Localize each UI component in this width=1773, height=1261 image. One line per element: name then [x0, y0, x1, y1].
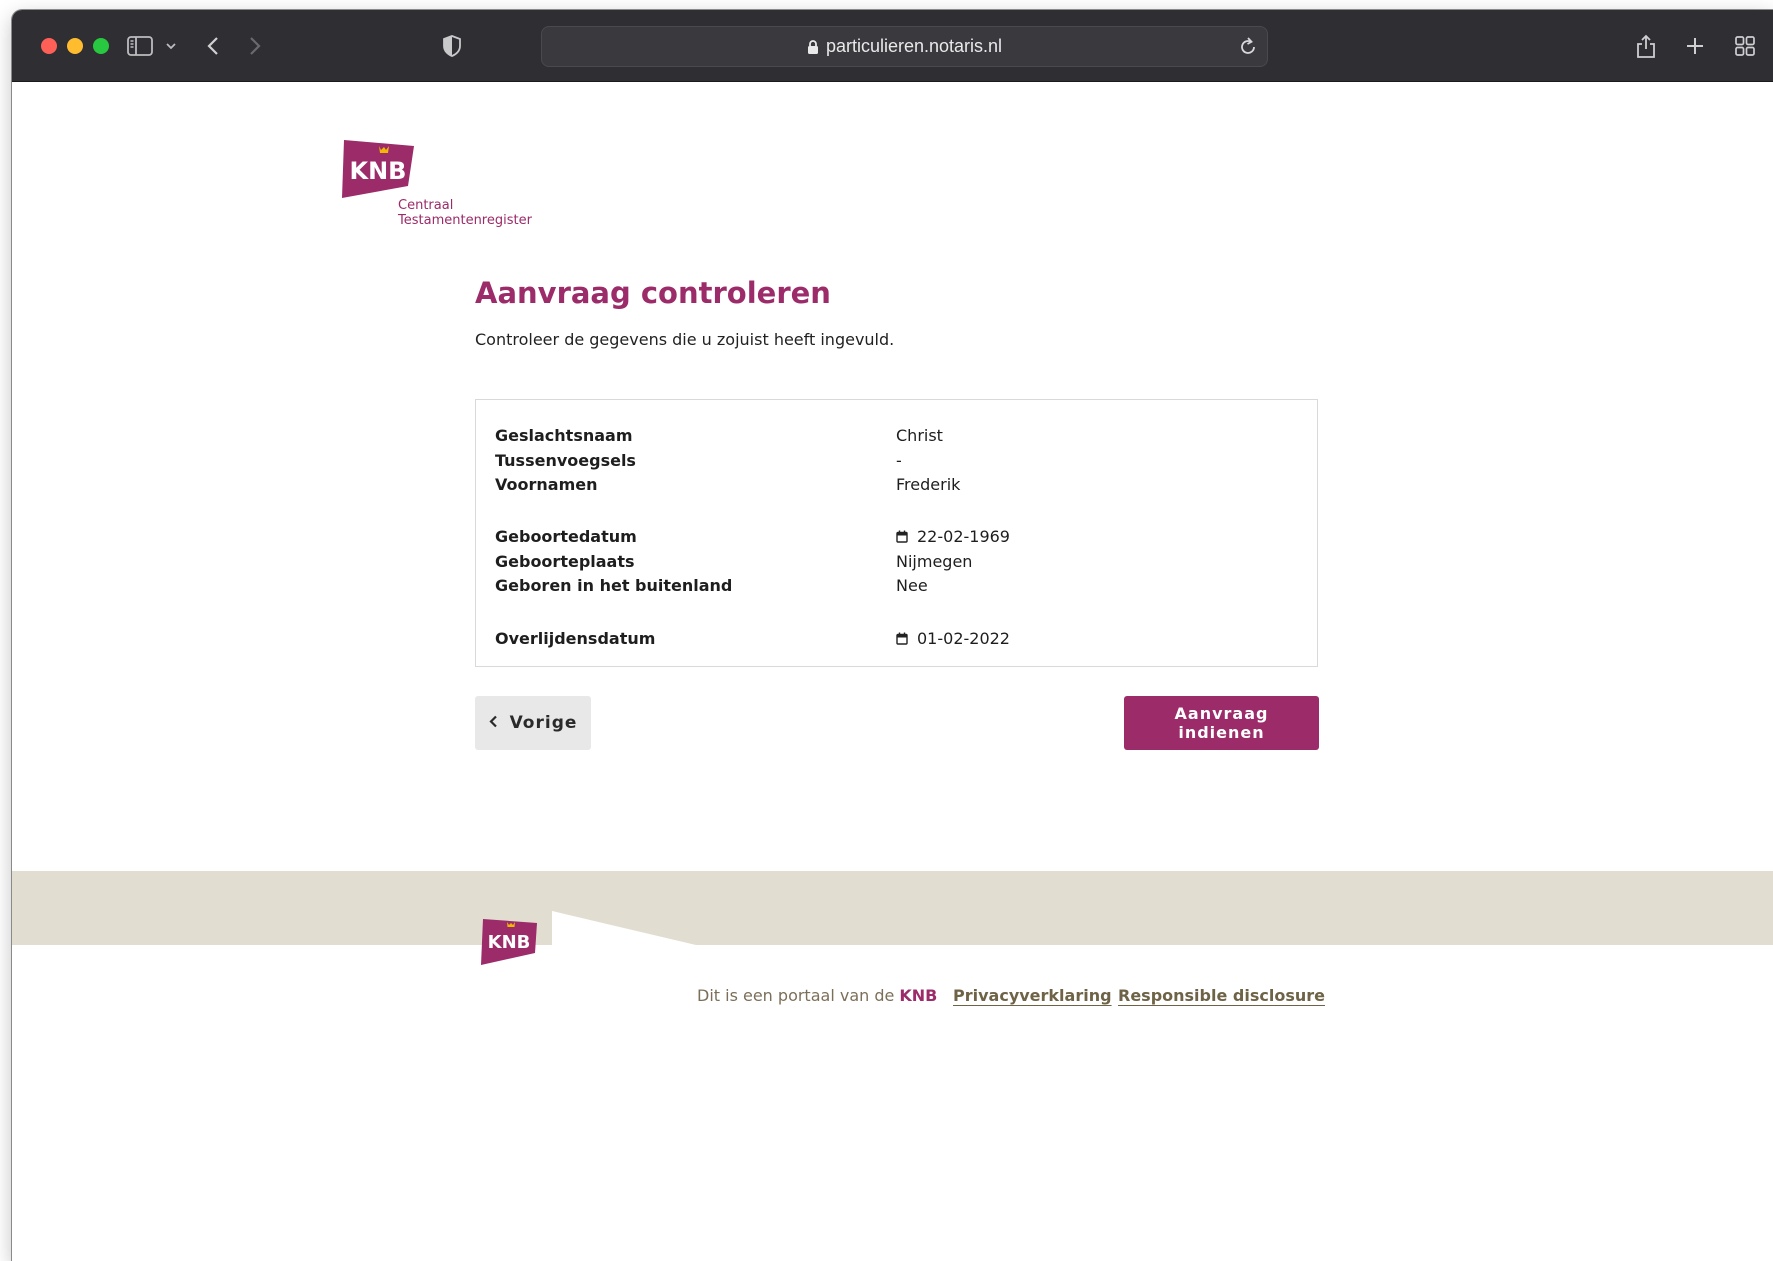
browser-toolbar: particulieren.notaris.nl — [12, 10, 1773, 82]
lock-icon — [807, 39, 819, 55]
summary-row: Geboorteplaats Nijmegen — [495, 552, 1295, 574]
share-icon[interactable] — [1634, 32, 1658, 60]
field-value: Frederik — [896, 475, 960, 494]
field-value: 01-02-2022 — [896, 629, 1010, 648]
summary-row: Geslachtsnaam Christ — [495, 426, 1295, 448]
footer-knb-logo[interactable]: KNB — [479, 915, 541, 969]
chevron-left-icon — [489, 713, 498, 733]
new-tab-icon[interactable] — [1684, 32, 1706, 60]
web-page: KNB Centraal Testamentenregister Aanvraa… — [12, 82, 1773, 1261]
page-title: Aanvraag controleren — [475, 276, 831, 310]
logo-text: KNB — [350, 157, 407, 185]
minimize-window-button[interactable] — [67, 38, 83, 54]
reload-icon[interactable] — [1239, 36, 1257, 61]
field-value: Christ — [896, 426, 943, 445]
field-value: 22-02-1969 — [896, 527, 1010, 546]
field-label: Geslachtsnaam — [495, 426, 633, 445]
summary-row: Geboortedatum 22-02-1969 — [495, 527, 1295, 549]
footer-logo-text: KNB — [488, 932, 531, 953]
tab-overview-icon[interactable] — [1733, 32, 1757, 60]
submit-button-label: Aanvraag indienen — [1174, 704, 1269, 742]
field-value-text: 22-02-1969 — [917, 527, 1010, 546]
maximize-window-button[interactable] — [93, 38, 109, 54]
field-label: Geboortedatum — [495, 527, 637, 546]
summary-row: Geboren in het buitenland Nee — [495, 576, 1295, 598]
summary-row: Tussenvoegsels - — [495, 451, 1295, 473]
browser-window: particulieren.notaris.nl KNB Centraal Te… — [12, 10, 1773, 1261]
field-value-text: Christ — [896, 426, 943, 445]
field-value-text: - — [896, 451, 902, 470]
address-bar[interactable]: particulieren.notaris.nl — [541, 26, 1268, 67]
field-label: Overlijdensdatum — [495, 629, 656, 648]
calendar-icon — [896, 632, 908, 645]
close-window-button[interactable] — [41, 38, 57, 54]
summary-row: Voornamen Frederik — [495, 475, 1295, 497]
chevron-down-icon[interactable] — [164, 32, 178, 60]
footer-portal-text: Dit is een portaal van de KNB — [697, 986, 937, 1005]
logo-subtitle-line2: Testamentenregister — [398, 213, 532, 228]
footer-portal-label: Dit is een portaal van de — [697, 986, 895, 1005]
footer-knb-link[interactable]: KNB — [899, 986, 937, 1005]
knb-logo[interactable]: KNB — [340, 136, 418, 202]
previous-button-label: Vorige — [509, 713, 578, 733]
summary-card: Geslachtsnaam Christ Tussenvoegsels - Vo… — [475, 399, 1318, 667]
field-label: Voornamen — [495, 475, 598, 494]
intro-text: Controleer de gegevens die u zojuist hee… — [475, 330, 895, 349]
address-url: particulieren.notaris.nl — [825, 36, 1003, 56]
submit-request-button[interactable]: Aanvraag indienen — [1124, 696, 1319, 750]
footer-wedge-shape — [12, 911, 1773, 971]
field-value: - — [896, 451, 902, 470]
summary-row: Overlijdensdatum 01-02-2022 — [495, 629, 1295, 651]
field-label: Geboren in het buitenland — [495, 576, 733, 595]
field-value-text: Nee — [896, 576, 928, 595]
logo-subtitle-line1: Centraal — [398, 198, 454, 213]
field-value: Nee — [896, 576, 928, 595]
field-label: Tussenvoegsels — [495, 451, 636, 470]
previous-button[interactable]: Vorige — [475, 696, 591, 750]
calendar-icon — [896, 530, 908, 543]
logo-subtitle: Centraal Testamentenregister — [398, 198, 532, 228]
privacy-link[interactable]: Privacyverklaring — [953, 986, 1112, 1005]
forward-icon[interactable] — [244, 32, 266, 60]
responsible-disclosure-link[interactable]: Responsible disclosure — [1118, 986, 1325, 1005]
field-value-text: Nijmegen — [896, 552, 973, 571]
field-value: Nijmegen — [896, 552, 972, 571]
privacy-shield-icon[interactable] — [441, 32, 463, 60]
field-label: Geboorteplaats — [495, 552, 635, 571]
sidebar-toggle-icon[interactable] — [126, 32, 154, 60]
field-value-text: 01-02-2022 — [917, 629, 1010, 648]
back-icon[interactable] — [202, 32, 224, 60]
field-value-text: Frederik — [896, 475, 961, 494]
